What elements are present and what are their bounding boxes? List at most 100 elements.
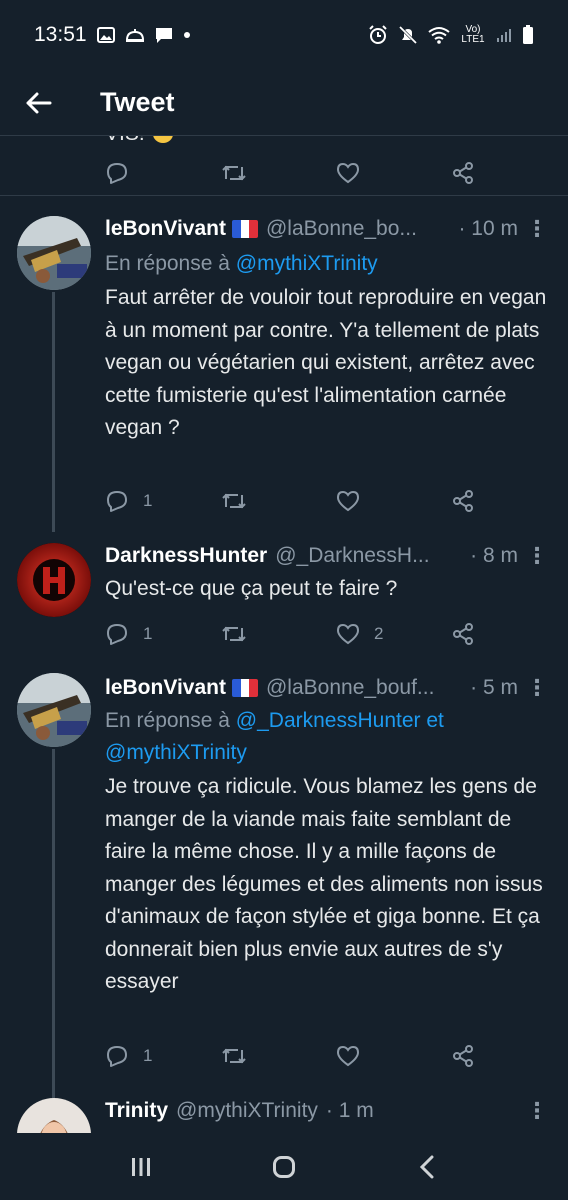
heart-icon	[336, 623, 360, 645]
battery-icon	[522, 25, 534, 45]
share-icon	[453, 1045, 473, 1067]
tweet-actions: 1	[105, 1041, 545, 1071]
chevron-left-icon	[419, 1155, 434, 1178]
cloche-icon	[125, 27, 145, 43]
retweet-button[interactable]	[220, 161, 248, 185]
tweet-text: Qu'est-ce que ça peut te faire ?	[105, 577, 398, 600]
avatar[interactable]	[17, 673, 91, 747]
share-button[interactable]	[451, 622, 475, 646]
share-icon	[453, 623, 473, 645]
recent-apps-button[interactable]	[101, 1137, 181, 1197]
reply-prefix: En réponse à	[105, 252, 230, 275]
status-time: 13:51	[34, 23, 87, 46]
reply-count: 1	[143, 491, 153, 510]
author-handle: @laBonne_bo...	[265, 217, 417, 240]
author-name[interactable]: leBonVivant	[105, 676, 226, 700]
alarm-icon	[368, 25, 388, 45]
reply-button[interactable]: 1	[105, 489, 152, 513]
reply-context: En réponse à @_DarknessHunter et @mythiX…	[105, 705, 548, 769]
tweet-time: · 5 m	[470, 676, 518, 699]
tweet-text: Je trouve ça ridicule. Vous blamez les g…	[105, 775, 543, 993]
share-icon	[453, 490, 473, 512]
tweet-item[interactable]: leBonVivant @laBonne_bouf... · 5 m ⋮ En …	[0, 653, 568, 1129]
heart-icon	[336, 1045, 360, 1067]
emoji-icon	[152, 136, 173, 144]
heart-icon	[336, 162, 360, 184]
author-handle: @_DarknessH...	[275, 544, 430, 567]
like-button[interactable]	[336, 490, 360, 512]
tweet-item[interactable]: leBonVivant @laBonne_bo... · 10 m ⋮ En r…	[0, 196, 568, 532]
more-options-icon[interactable]: ⋮	[526, 1098, 548, 1124]
system-nav-bar	[0, 1133, 568, 1200]
home-button[interactable]	[244, 1137, 324, 1197]
reply-count: 1	[143, 624, 153, 643]
reply-icon	[107, 491, 127, 512]
retweet-icon	[222, 493, 246, 509]
home-icon	[272, 1155, 295, 1178]
reply-icon	[107, 163, 127, 184]
share-button[interactable]	[451, 161, 475, 185]
network-label: Vo) LTE1	[461, 24, 485, 45]
retweet-button[interactable]	[220, 622, 248, 646]
reply-context: En réponse à @mythiXTrinity	[105, 248, 548, 280]
back-button[interactable]	[2, 70, 74, 136]
tweet-feed[interactable]: VIS! leBonVivant @laBonne_bo...	[0, 136, 568, 1133]
france-flag-icon	[231, 679, 258, 697]
more-options-icon[interactable]: ⋮	[526, 675, 548, 701]
recent-apps-icon	[132, 1157, 151, 1176]
author-name[interactable]: DarknessHunter	[105, 544, 267, 568]
like-button[interactable]	[336, 1045, 360, 1067]
author-name[interactable]: leBonVivant	[105, 217, 226, 241]
status-bar: 13:51 Vo) LTE1	[0, 0, 568, 70]
thread-line	[52, 292, 55, 532]
reply-button[interactable]	[105, 161, 129, 185]
share-button[interactable]	[451, 1044, 475, 1068]
reply-count: 1	[143, 1046, 153, 1065]
avatar[interactable]	[17, 1098, 91, 1133]
tweet-time: · 10 m	[458, 217, 518, 240]
like-button[interactable]: 2	[336, 623, 383, 645]
retweet-button[interactable]	[220, 1044, 248, 1068]
share-icon	[453, 162, 473, 184]
reply-prefix: En réponse à	[105, 709, 230, 732]
page-title: Tweet	[100, 87, 175, 117]
tweet-actions	[105, 158, 545, 188]
dot-icon	[183, 31, 191, 39]
retweet-icon	[222, 1048, 246, 1064]
gallery-icon	[96, 27, 115, 43]
tweet-item[interactable]: DarknessHunter @_DarknessH... · 8 m ⋮ Qu…	[0, 523, 568, 653]
author-handle: @laBonne_bouf...	[265, 676, 435, 699]
wifi-icon	[428, 26, 450, 44]
like-button[interactable]	[336, 162, 360, 184]
avatar[interactable]	[17, 216, 91, 290]
nav-back-button[interactable]	[387, 1137, 467, 1197]
mute-icon	[398, 25, 418, 45]
avatar[interactable]	[17, 543, 91, 617]
partial-tweet[interactable]: VIS!	[0, 136, 568, 196]
share-button[interactable]	[451, 489, 475, 513]
thread-line	[52, 749, 55, 1129]
author-name[interactable]: Trinity	[105, 1099, 168, 1123]
reply-button[interactable]: 1	[105, 622, 152, 646]
more-options-icon[interactable]: ⋮	[526, 216, 548, 242]
arrow-left-icon	[26, 92, 52, 113]
retweet-icon	[222, 626, 246, 642]
reply-mention-link[interactable]: @mythiXTrinity	[236, 252, 378, 275]
tweet-actions: 1	[105, 486, 545, 516]
tweet-actions: 1 2	[105, 619, 545, 649]
tweet-item[interactable]: Trinity @mythiXTrinity · 1 m ⋮	[0, 1088, 568, 1133]
retweet-icon	[222, 165, 246, 181]
like-count: 2	[374, 624, 384, 643]
reply-icon	[107, 1046, 127, 1067]
signal-icon	[496, 27, 512, 43]
tweet-time: · 8 m	[470, 544, 518, 567]
reply-button[interactable]: 1	[105, 1044, 152, 1068]
tweet-time: · 1 m	[325, 1099, 374, 1122]
more-options-icon[interactable]: ⋮	[526, 543, 548, 569]
tweet-text: Faut arrêter de vouloir tout reproduire …	[105, 286, 547, 439]
top-app-bar: Tweet	[0, 70, 568, 136]
message-icon	[155, 27, 173, 44]
france-flag-icon	[231, 220, 258, 238]
retweet-button[interactable]	[220, 489, 248, 513]
author-handle: @mythiXTrinity	[176, 1099, 318, 1122]
